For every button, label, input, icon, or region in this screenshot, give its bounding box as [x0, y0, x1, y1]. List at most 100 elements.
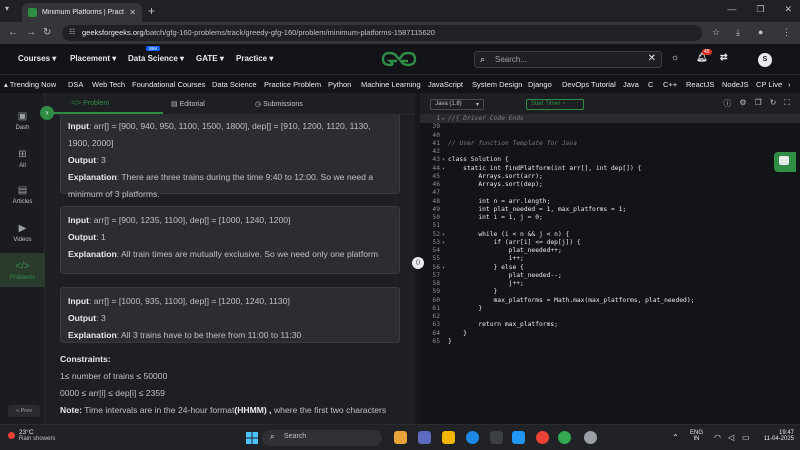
fold-icon[interactable]: ▾ [442, 165, 445, 173]
app-explorer-icon[interactable] [394, 431, 407, 444]
prev-button[interactable]: « Prev [8, 405, 40, 417]
battery-icon[interactable]: ▭ [742, 433, 750, 442]
bookmark-star-icon[interactable]: ☆ [712, 27, 720, 38]
tray-chevron-icon[interactable]: ⌃ [672, 433, 679, 442]
code-line[interactable]: 52 ▾ while (i < n && j < n) { [420, 231, 800, 239]
trend-link-c[interactable]: C [648, 80, 653, 89]
code-line[interactable]: 57 plat_needed--; [420, 272, 800, 280]
search-input[interactable]: ⌕ Search... ✕ [474, 51, 662, 68]
trend-link-django[interactable]: Django [528, 80, 552, 89]
sidebar-item-problems[interactable]: </> Problems [0, 253, 45, 287]
app-chrome-icon[interactable] [536, 431, 549, 444]
code-line[interactable]: 58 j++; [420, 280, 800, 288]
user-avatar[interactable]: S [758, 53, 772, 67]
windows-start-icon[interactable] [246, 432, 258, 444]
code-line[interactable]: 49 int plat_needed = 1, max_platforms = … [420, 206, 800, 214]
code-line[interactable]: 50 int i = 1, j = 0; [420, 214, 800, 222]
code-editor[interactable]: 1 ▸//{ Driver Code Ends 39 40 41// User func… [420, 115, 800, 424]
resize-handle-icon[interactable]: ⟨⟩ [412, 257, 424, 269]
code-line[interactable]: 41 // User function Template for Java [420, 140, 800, 148]
copy-icon[interactable]: ❐ [755, 98, 762, 109]
profile-icon[interactable]: ● [758, 27, 763, 37]
weather-widget[interactable]: 23°C Rain showers [8, 429, 55, 442]
code-line[interactable]: 54 plat_needed++; [420, 247, 800, 255]
code-line[interactable]: 1 ▸//{ Driver Code Ends [420, 115, 800, 124]
taskbar-search[interactable]: ⌕ Search [262, 430, 382, 446]
chat-float-button[interactable] [774, 152, 796, 172]
trend-link-python[interactable]: Python [328, 80, 351, 89]
code-line[interactable]: 40 [420, 132, 800, 140]
code-line[interactable]: 63 return max_platforms; [420, 321, 800, 329]
trend-link-reactjs[interactable]: ReactJS [686, 80, 714, 89]
code-line[interactable]: 61 } [420, 305, 800, 313]
maximize-icon[interactable]: ❐ [756, 4, 764, 15]
tab-close-icon[interactable]: ✕ [129, 8, 136, 17]
code-line[interactable]: 51 [420, 222, 800, 230]
nav-courses[interactable]: Courses ▾ [18, 54, 56, 63]
translate-icon[interactable]: ⇄ [720, 52, 728, 63]
code-line[interactable]: 43 ▾ class Solution { [420, 156, 800, 164]
fold-icon[interactable]: ▾ [442, 231, 445, 239]
trend-link-ml[interactable]: Machine Learning [361, 80, 421, 89]
trend-link-foundational[interactable]: Foundational Courses [132, 80, 205, 89]
code-line[interactable]: 39 [420, 123, 800, 131]
trend-link-nodejs[interactable]: NodeJS [722, 80, 749, 89]
nav-practice[interactable]: Practice ▾ [236, 54, 273, 63]
code-line[interactable]: 47 [420, 189, 800, 197]
back-icon[interactable]: ← [8, 27, 18, 38]
trend-link-java[interactable]: Java [623, 80, 639, 89]
code-line[interactable]: 44 ▾ static int findPlatform(int arr[], i… [420, 165, 800, 173]
nav-gate[interactable]: GATE ▾ [196, 54, 224, 63]
wifi-icon[interactable]: ◠ [714, 433, 721, 442]
start-timer-button[interactable]: Start Timer ◔ [526, 99, 584, 110]
fold-icon[interactable]: ▾ [442, 239, 445, 247]
app-teams-icon[interactable] [418, 431, 431, 444]
reset-icon[interactable]: ↻ [770, 98, 777, 109]
menu-icon[interactable]: ⋮ [782, 27, 791, 38]
trend-link-practice-problem[interactable]: Practice Problem [264, 80, 321, 89]
volume-icon[interactable]: ◁ [728, 433, 734, 442]
tab-search-icon[interactable]: ▾ [5, 4, 9, 13]
theme-toggle-icon[interactable]: ☼ [671, 52, 679, 62]
code-line[interactable]: 56 ▾ } else { [420, 264, 800, 272]
code-line[interactable]: 64 } [420, 330, 800, 338]
reload-icon[interactable]: ↻ [43, 27, 51, 38]
system-clock[interactable]: 19:47 11-04-2025 [760, 430, 794, 442]
clear-search-icon[interactable]: ✕ [648, 53, 656, 64]
fold-icon[interactable]: ▾ [442, 264, 445, 272]
code-line[interactable]: 46 Arrays.sort(dep); [420, 181, 800, 189]
fullscreen-icon[interactable]: ⛶ [784, 98, 790, 109]
minimize-icon[interactable]: — [727, 4, 736, 15]
code-line[interactable]: 45 Arrays.sort(arr); [420, 173, 800, 181]
sidebar-item-videos[interactable]: ▶ Videos [0, 223, 45, 243]
sidebar-item-all[interactable]: ⊞ All [0, 149, 45, 169]
trend-link-javascript[interactable]: JavaScript [428, 80, 463, 89]
url-field[interactable]: ☷ geeksforgeeks.org/batch/gfg-160-proble… [62, 25, 702, 41]
code-line[interactable]: 48 int n = arr.length; [420, 198, 800, 206]
trend-link-devops[interactable]: DevOps Tutorial [562, 80, 616, 89]
trend-scroll-icon[interactable]: › [788, 80, 791, 89]
trend-link-data-science[interactable]: Data Science [212, 80, 257, 89]
trend-link-system-design[interactable]: System Design [472, 80, 522, 89]
app-vscode-icon[interactable] [512, 431, 525, 444]
app-folder-icon[interactable] [442, 431, 455, 444]
sidebar-item-dash[interactable]: ▣ Dash [0, 111, 45, 131]
code-lines[interactable]: 1 ▸//{ Driver Code Ends 39 40 41// User func… [420, 115, 800, 346]
gfg-logo-icon[interactable] [380, 51, 418, 67]
trend-link-cp-live[interactable]: CP Live [756, 80, 782, 89]
fold-icon[interactable]: ▾ [442, 156, 445, 164]
app-chrome-profile-icon[interactable] [558, 431, 571, 444]
browser-tab-active[interactable]: Minimum Platforms | Practice | ✕ [22, 3, 142, 22]
app-edge-icon[interactable] [466, 431, 479, 444]
app-misc-icon[interactable] [584, 431, 597, 444]
code-line[interactable]: 42 [420, 148, 800, 156]
code-line[interactable]: 59 } [420, 288, 800, 296]
close-window-icon[interactable]: ✕ [784, 4, 792, 15]
trend-link-web-tech[interactable]: Web Tech [92, 80, 125, 89]
downloads-icon[interactable]: ⤓ [736, 27, 740, 38]
language-select[interactable]: Java (1.8) ▾ [430, 99, 484, 110]
code-line[interactable]: 60 max_platforms = Math.max(max_platform… [420, 297, 800, 305]
fold-icon[interactable]: ▸ [442, 115, 445, 123]
tab-editorial[interactable]: ▤ Editorial [171, 100, 205, 108]
code-line[interactable]: 53 ▾ if (arr[i] <= dep[j]) { [420, 239, 800, 247]
